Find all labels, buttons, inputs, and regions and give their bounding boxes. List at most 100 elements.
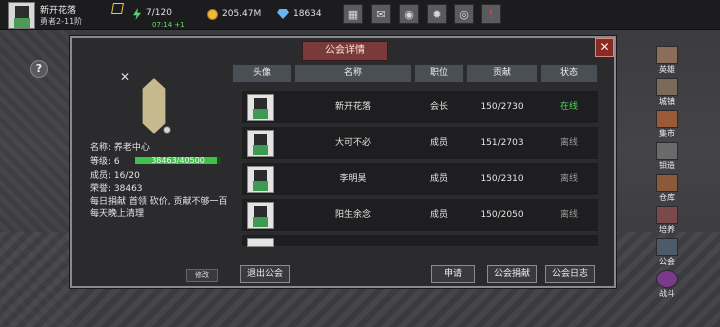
sidebar-item-label: 城镇	[659, 97, 675, 106]
member-role: 成员	[429, 138, 448, 148]
table-row-partial[interactable]	[242, 235, 598, 247]
sidebar-item-town[interactable]: 城镇	[648, 78, 686, 108]
member-avatar[interactable]	[247, 94, 274, 121]
settings-gear-icon[interactable]: ✹	[427, 4, 447, 24]
forge-icon	[656, 142, 678, 160]
member-contribution: 150/2310	[480, 174, 524, 184]
gems-value: 18634	[293, 9, 322, 19]
guild-honor: 荣誉: 38463	[90, 184, 143, 194]
member-status: 离线	[559, 138, 578, 148]
gem-icon	[277, 9, 289, 19]
town-icon	[656, 78, 678, 96]
guild-donate-button[interactable]: 公会捐献	[487, 265, 537, 283]
emblem-badge-icon	[163, 126, 171, 134]
edit-notice-button[interactable]: 修改	[186, 269, 218, 282]
sidebar-item-label: 仓库	[659, 193, 675, 202]
battle-portal-icon	[656, 270, 678, 288]
members-table: 头像 名称 职位 贡献 状态 新开花落 会长 150/2730 在线 大可不必 …	[232, 64, 598, 247]
member-contribution: 150/2730	[480, 102, 524, 112]
table-header: 头像 名称 职位 贡献 状态	[232, 64, 598, 83]
table-row[interactable]: 新开花落 会长 150/2730 在线	[242, 91, 598, 124]
sidebar-item-label: 钼造	[659, 161, 675, 170]
header-avatar: 头像	[232, 64, 292, 83]
sidebar-item-label: 培养	[659, 225, 675, 234]
avatar-head	[254, 206, 267, 217]
sidebar-item-label: 集市	[659, 129, 675, 138]
member-name: 大可不必	[334, 138, 371, 148]
table-row[interactable]: 阳生余念 成员 150/2050 离线	[242, 199, 598, 232]
member-avatar[interactable]	[247, 202, 274, 229]
avatar-head	[254, 134, 267, 145]
member-status: 离线	[559, 174, 578, 184]
guild-emblem-icon	[142, 78, 166, 134]
member-contribution: 151/2703	[480, 138, 524, 148]
table-row[interactable]: 大可不必 成员 151/2703 离线	[242, 127, 598, 160]
gold-value: 205.47M	[222, 9, 262, 19]
member-name: 阳生余念	[334, 210, 371, 220]
leave-guild-button[interactable]: 退出公会	[240, 265, 290, 283]
table-row[interactable]: 李明昊 成员 150/2310 离线	[242, 163, 598, 196]
sidebar-item-forge[interactable]: 钼造	[648, 142, 686, 172]
member-role: 成员	[429, 174, 448, 184]
guild-notice: 每日捐献 首领 砍价, 贡献不够一百每天晚上清理	[90, 197, 228, 219]
mail-icon[interactable]: ✉	[371, 4, 391, 24]
member-name: 李明昊	[339, 174, 367, 184]
avatar-body	[253, 181, 268, 191]
member-role: 会长	[429, 102, 448, 112]
player-avatar[interactable]	[8, 2, 35, 29]
hero-icon	[656, 46, 678, 64]
close-button[interactable]: ✕	[595, 38, 614, 57]
sidebar-item-train[interactable]: 培养	[648, 206, 686, 236]
member-avatar[interactable]	[247, 130, 274, 157]
guild-name: 名称: 养老中心	[90, 143, 150, 153]
guild-xp-bar: 38463/40500	[134, 156, 222, 165]
alert-icon[interactable]: !	[481, 4, 501, 24]
header-role: 职位	[414, 64, 464, 83]
avatar-body	[14, 18, 30, 28]
market-icon	[656, 110, 678, 128]
xp-bar-text: 38463/40500	[151, 156, 205, 165]
member-avatar[interactable]	[247, 238, 274, 247]
sidebar-item-battle[interactable]: 战斗	[648, 270, 686, 300]
color-wheel-icon[interactable]: ◎	[454, 4, 474, 24]
avatar-head	[254, 170, 267, 181]
sidebar-item-label: 英雄	[659, 65, 675, 74]
energy-value: 7/120	[146, 8, 172, 18]
guild-log-button[interactable]: 公会日志	[545, 265, 595, 283]
member-avatar[interactable]	[247, 166, 274, 193]
sidebar-item-guild[interactable]: 公会	[648, 238, 686, 268]
help-button[interactable]: ?	[30, 60, 48, 78]
apply-button[interactable]: 申请	[431, 265, 475, 283]
guild-info: ✕ 名称: 养老中心 等级: 6 38463/40500 成员: 16/20 荣…	[84, 64, 227, 286]
avatar-body	[253, 217, 268, 227]
header-status: 状态	[540, 64, 598, 83]
guild-members: 成员: 16/20	[90, 171, 140, 181]
energy-timer: 07:14 +1	[152, 21, 185, 29]
member-status: 离线	[559, 210, 578, 220]
sidebar-item-market[interactable]: 集市	[648, 110, 686, 140]
sidebar-item-label: 公会	[659, 257, 675, 266]
header-name: 名称	[294, 64, 412, 83]
edit-icon[interactable]	[111, 3, 124, 14]
player-name: 新开花落	[40, 6, 77, 16]
gamepad-icon[interactable]: ◉	[399, 4, 419, 24]
warehouse-icon	[656, 174, 678, 192]
shop-icon[interactable]: ▦	[343, 4, 363, 24]
avatar-body	[253, 109, 268, 119]
guild-icon	[656, 238, 678, 256]
top-hud: 新开花落 勇者2-11阶 7/120 07:14 +1 205.47M 1863…	[0, 0, 720, 30]
train-icon	[656, 206, 678, 224]
energy-icon	[133, 8, 141, 20]
player-rank: 勇者2-11阶	[40, 17, 83, 26]
avatar-body	[253, 145, 268, 155]
cross-swords-icon: ✕	[120, 70, 131, 84]
avatar-head	[15, 6, 29, 18]
member-contribution: 150/2050	[480, 210, 524, 220]
avatar-head	[254, 98, 267, 109]
sidebar-item-hero[interactable]: 英雄	[648, 46, 686, 76]
panel-title: 公会详情	[302, 41, 388, 61]
gold-coin-icon	[207, 9, 218, 20]
member-name: 新开花落	[334, 102, 371, 112]
member-status: 在线	[559, 102, 578, 112]
sidebar-item-warehouse[interactable]: 仓库	[648, 174, 686, 204]
